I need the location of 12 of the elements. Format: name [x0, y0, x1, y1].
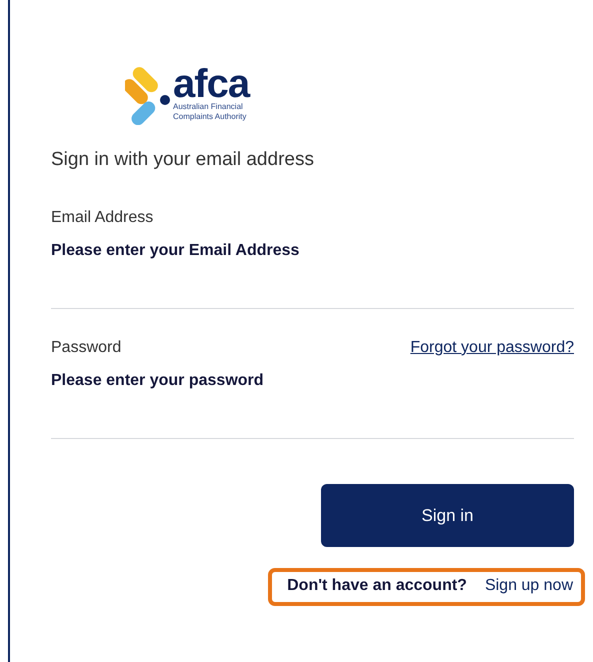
sign-up-link[interactable]: Sign up now — [484, 577, 573, 595]
input-field[interactable]: Please enter your password — [51, 361, 574, 439]
forgot-password-link[interactable]: Forgot your password? — [410, 339, 574, 357]
sign-in-button[interactable]: Sign in — [321, 484, 574, 547]
heading: Sign in with your email address — [51, 149, 315, 171]
logo-wordmark: afca — [173, 66, 250, 102]
logo-subtitle: Australian Financial — [173, 102, 244, 112]
signup-prompt: Don't have an account? — [287, 577, 467, 595]
input-field[interactable]: Please enter your Email Address — [51, 231, 574, 309]
logo-subtitle: Complaints Authority — [173, 112, 248, 122]
field-label: Password — [51, 339, 122, 357]
field-label: Email Address — [51, 209, 154, 227]
